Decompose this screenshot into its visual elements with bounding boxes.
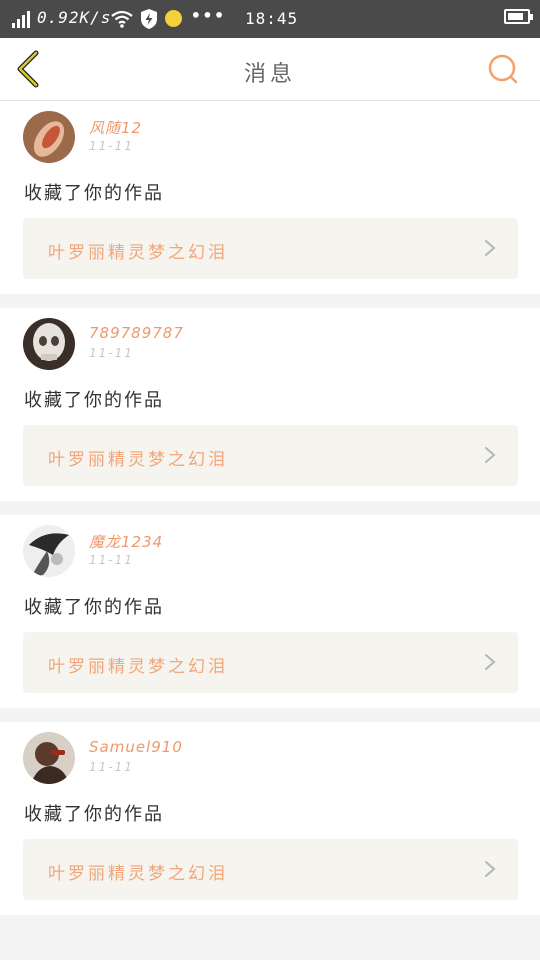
action-text: 收藏了你的作品 — [24, 804, 164, 825]
battery-level — [508, 13, 523, 20]
avatar[interactable] — [23, 111, 75, 163]
battery-icon — [504, 9, 533, 24]
message-date: 11-11 — [89, 139, 134, 153]
message-date: 11-11 — [89, 760, 134, 774]
work-link[interactable]: 叶罗丽精灵梦之幻泪 — [23, 632, 518, 693]
status-bar: 0.92K/s ••• 18:45 — [0, 0, 540, 38]
message-item: 魔龙1234 11-11 收藏了你的作品 叶罗丽精灵梦之幻泪 — [0, 515, 540, 708]
action-text: 收藏了你的作品 — [24, 183, 164, 204]
message-item: Samuel910 11-11 收藏了你的作品 叶罗丽精灵梦之幻泪 — [0, 722, 540, 915]
action-text: 收藏了你的作品 — [24, 597, 164, 618]
work-link[interactable]: 叶罗丽精灵梦之幻泪 — [23, 839, 518, 900]
message-date: 11-11 — [89, 346, 134, 360]
chevron-right-icon — [485, 447, 496, 463]
username[interactable]: 魔龙1234 — [89, 531, 163, 552]
work-title: 叶罗丽精灵梦之幻泪 — [48, 864, 228, 884]
search-icon[interactable] — [486, 52, 520, 86]
chevron-right-icon — [485, 861, 496, 877]
wifi-icon — [111, 10, 133, 28]
work-link[interactable]: 叶罗丽精灵梦之幻泪 — [23, 218, 518, 279]
page-title: 消息 — [243, 62, 296, 87]
clock: 18:45 — [245, 9, 299, 28]
avatar[interactable] — [23, 732, 75, 784]
username[interactable]: 789789787 — [89, 324, 184, 342]
avatar[interactable] — [23, 318, 75, 370]
work-title: 叶罗丽精灵梦之幻泪 — [48, 657, 228, 677]
work-title: 叶罗丽精灵梦之幻泪 — [48, 243, 228, 263]
avatar[interactable] — [23, 525, 75, 577]
message-item: 789789787 11-11 收藏了你的作品 叶罗丽精灵梦之幻泪 — [0, 308, 540, 501]
username[interactable]: Samuel910 — [89, 738, 183, 756]
message-date: 11-11 — [89, 553, 134, 567]
network-speed: 0.92K/s — [37, 8, 112, 27]
username[interactable]: 风随12 — [89, 117, 142, 138]
action-text: 收藏了你的作品 — [24, 390, 164, 411]
message-item: 风随12 11-11 收藏了你的作品 叶罗丽精灵梦之幻泪 — [0, 101, 540, 294]
chevron-right-icon — [485, 240, 496, 256]
work-link[interactable]: 叶罗丽精灵梦之幻泪 — [23, 425, 518, 486]
work-title: 叶罗丽精灵梦之幻泪 — [48, 450, 228, 470]
chevron-right-icon — [485, 654, 496, 670]
more-notifications-icon: ••• — [191, 6, 226, 25]
notification-dot-icon — [165, 10, 182, 27]
app-header: 消息 — [0, 38, 540, 101]
message-list: 风随12 11-11 收藏了你的作品 叶罗丽精灵梦之幻泪 789789787 1… — [0, 101, 540, 929]
shield-bolt-icon — [141, 9, 157, 29]
signal-icon — [12, 11, 30, 28]
